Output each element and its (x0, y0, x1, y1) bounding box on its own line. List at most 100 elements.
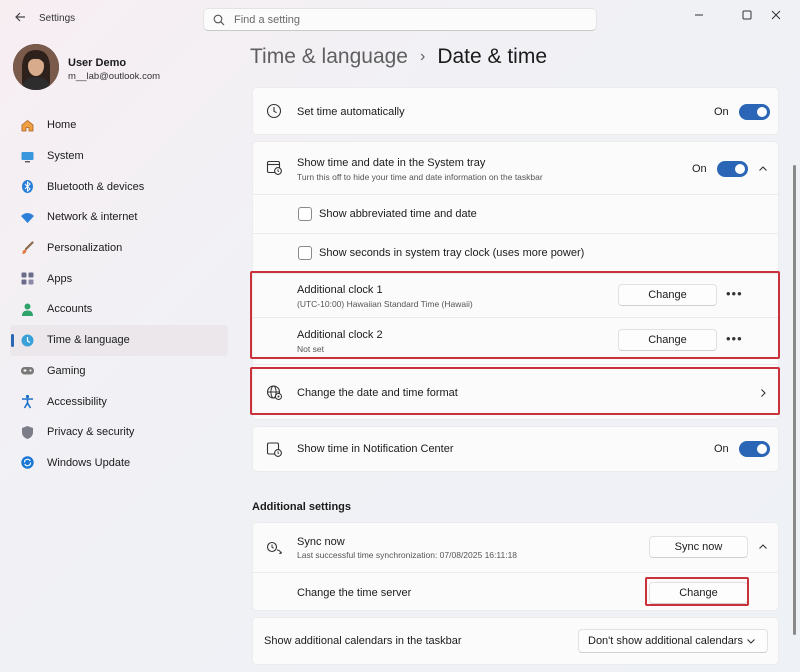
title-bar: Settings (0, 0, 800, 34)
close-button[interactable] (756, 4, 796, 26)
set-time-automatically-row: Set time automatically On (252, 87, 779, 135)
page-title: Date & time (437, 45, 548, 68)
profile-name: User Demo (68, 57, 127, 69)
notification-center-row: Show time in Notification Center On (252, 426, 779, 472)
divider (253, 364, 778, 365)
sidebar-item-time-language[interactable]: Time & language (10, 324, 228, 356)
profile-email: m__lab@outlook.com (68, 71, 161, 82)
calendars-dropdown-value: Don't show additional calendars (588, 635, 743, 647)
abbreviated-time-checkbox[interactable] (298, 207, 312, 221)
avatar[interactable] (13, 44, 59, 90)
sidebar-item-label: Time & language (47, 334, 130, 347)
minimize-icon (695, 14, 703, 16)
show-seconds-checkbox[interactable] (298, 246, 312, 260)
sidebar-item-bluetooth[interactable]: Bluetooth & devices (10, 171, 228, 202)
apps-icon (19, 271, 35, 287)
sidebar-item-label: Accounts (47, 303, 93, 316)
globe-clock-icon (19, 332, 35, 348)
breadcrumb: Time & language › Date & time (250, 45, 547, 69)
sidebar-item-label: System (47, 150, 84, 163)
update-icon (19, 455, 35, 471)
home-icon (19, 117, 35, 133)
sync-now-button[interactable]: Sync now (649, 536, 748, 558)
settings-window: Settings User Demo m__lab@outlook.com (0, 0, 800, 672)
breadcrumb-parent[interactable]: Time & language (250, 45, 408, 69)
chevron-right-icon[interactable] (756, 386, 770, 400)
search-icon (213, 14, 225, 26)
additional-clock-2-title: Additional clock 2 (297, 329, 383, 341)
date-time-format-label: Change the date and time format (297, 387, 458, 399)
divider (253, 572, 778, 573)
sidebar-item-label: Network & internet (47, 211, 138, 224)
sidebar-item-label: Home (47, 119, 77, 132)
sidebar-item-label: Gaming (47, 364, 86, 377)
last-sync-subtitle: Last successful time synchronization: 07… (297, 550, 518, 560)
monitor-icon (19, 148, 35, 164)
divider (253, 233, 778, 234)
back-arrow-icon (15, 12, 25, 22)
notification-center-toggle[interactable] (739, 441, 770, 457)
accessibility-icon (19, 394, 35, 410)
divider (253, 317, 778, 318)
system-tray-toggle[interactable] (717, 161, 748, 177)
additional-settings-heading: Additional settings (252, 501, 351, 513)
additional-clock-1-change-button[interactable]: Change (618, 284, 717, 306)
divider (253, 194, 778, 195)
additional-clock-1-subtitle: (UTC-10:00) Hawaiian Standard Time (Hawa… (297, 299, 473, 309)
bluetooth-icon (19, 179, 35, 195)
breadcrumb-separator: › (419, 48, 426, 65)
additional-clock-2-more-button[interactable]: ••• (726, 331, 743, 346)
brush-icon (19, 240, 35, 256)
close-icon (771, 10, 781, 20)
chevron-up-icon[interactable] (756, 162, 770, 176)
notification-clock-icon (265, 440, 283, 458)
calendars-dropdown[interactable]: Don't show additional calendars (578, 629, 768, 653)
system-tray-title: Show time and date in the System tray (297, 157, 486, 169)
additional-clock-1-more-button[interactable]: ••• (726, 286, 743, 301)
minimize-button[interactable] (679, 4, 719, 26)
sidebar-item-network[interactable]: Network & internet (10, 202, 228, 233)
notification-center-label: Show time in Notification Center (297, 443, 454, 455)
sidebar-item-windows-update[interactable]: Windows Update (10, 448, 228, 479)
sidebar-item-gaming[interactable]: Gaming (10, 356, 228, 387)
time-server-change-button[interactable]: Change (649, 582, 748, 604)
additional-clock-2-change-button[interactable]: Change (618, 329, 717, 351)
sidebar-item-label: Bluetooth & devices (47, 180, 145, 193)
additional-clock-1-title: Additional clock 1 (297, 284, 383, 296)
search-box[interactable] (203, 8, 597, 31)
sidebar-item-accounts[interactable]: Accounts (10, 294, 228, 325)
sync-group: Sync now Last successful time synchroniz… (252, 522, 779, 611)
sidebar-item-home[interactable]: Home (10, 110, 228, 141)
scrollbar[interactable] (793, 165, 796, 635)
sync-clock-icon (265, 539, 283, 557)
abbreviated-time-label: Show abbreviated time and date (319, 208, 477, 220)
sidebar-item-label: Privacy & security (47, 426, 135, 439)
gamepad-icon (19, 363, 35, 379)
back-button[interactable] (8, 6, 32, 28)
chevron-down-icon (747, 639, 755, 644)
set-time-automatically-label: Set time automatically (297, 106, 405, 118)
app-title: Settings (39, 13, 76, 24)
sidebar-item-label: Personalization (47, 242, 123, 255)
sync-now-title: Sync now (297, 536, 345, 548)
sidebar-nav: Home System Bluetooth & devices Network … (10, 110, 228, 478)
wifi-icon (19, 209, 35, 225)
avatar-portrait-icon (13, 44, 59, 90)
divider (253, 273, 778, 274)
maximize-icon (742, 10, 752, 20)
clock-icon (265, 102, 283, 120)
toggle-state-label: On (692, 163, 707, 175)
calendar-clock-icon (265, 158, 283, 176)
shield-icon (19, 424, 35, 440)
sidebar-item-apps[interactable]: Apps (10, 263, 228, 294)
set-time-automatically-toggle[interactable] (739, 104, 770, 120)
sidebar-item-label: Windows Update (47, 456, 131, 469)
system-tray-subtitle: Turn this off to hide your time and date… (297, 172, 543, 182)
sidebar-item-personalization[interactable]: Personalization (10, 233, 228, 264)
search-input[interactable] (234, 12, 584, 28)
chevron-up-icon[interactable] (756, 540, 770, 554)
sidebar-item-system[interactable]: System (10, 141, 228, 172)
toggle-state-label: On (714, 106, 729, 118)
sidebar-item-privacy[interactable]: Privacy & security (10, 417, 228, 448)
sidebar-item-accessibility[interactable]: Accessibility (10, 386, 228, 417)
